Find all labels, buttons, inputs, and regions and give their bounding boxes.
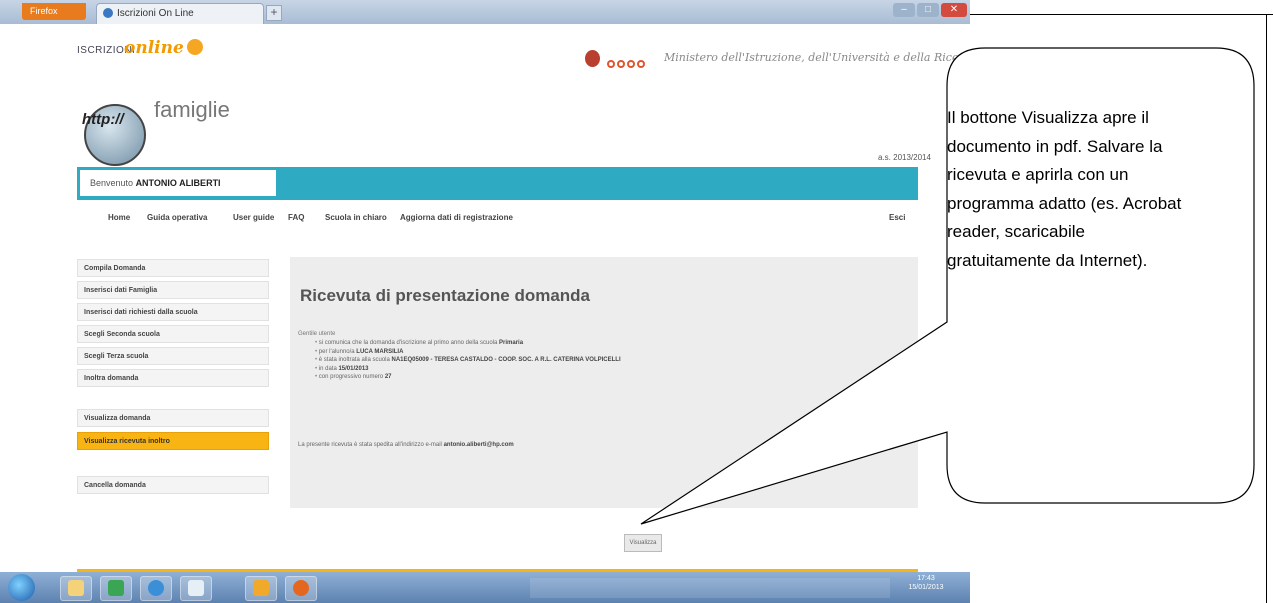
sidebar-item-compila-domanda[interactable]: Compila Domanda [77,259,269,277]
logo-http-text: http:// [82,111,124,128]
taskbar [0,572,970,603]
sidebar-item-dati-scuola[interactable]: Inserisci dati richiesti dalla scuola [77,303,269,321]
list-item: con progressivo numero 27 [315,373,621,382]
list-item: è stata inoltrata alla scuola NA1EQ05009… [315,356,621,365]
welcome-message: Benvenuto ANTONIO ALIBERTI [90,178,221,188]
logo-famiglie-text: famiglie [154,97,230,122]
taskbar-clock[interactable]: 17:43 15/01/2013 [906,574,946,592]
sidebar-item-visualizza-domanda[interactable]: Visualizza domanda [77,409,269,427]
list-item: per l'alunno/a LUCA MARSILIA [315,348,621,357]
logo-online-text: online [124,38,184,58]
logout-link[interactable]: Esci [889,213,905,222]
sidebar-item-terza-scuola[interactable]: Scegli Terza scuola [77,347,269,365]
nav-faq[interactable]: FAQ [288,213,304,222]
receipt-details: si comunica che la domanda d'iscrizione … [305,339,621,382]
browser-tab[interactable]: Iscrizioni On Line [96,3,264,24]
school-year: a.s. 2013/2014 [878,153,931,162]
recipient-email: antonio.aliberti@hp.com [443,442,514,448]
sidebar-item-visualizza-ricevuta[interactable]: Visualizza ricevuta inoltro [77,432,269,450]
sidebar-item-inoltra-domanda[interactable]: Inoltra domanda [77,369,269,387]
nav-aggiorna-dati[interactable]: Aggiorna dati di registrazione [400,213,513,222]
rings-logo-icon [607,55,659,68]
list-item: si comunica che la domanda d'iscrizione … [315,339,621,348]
republic-emblem-icon [585,50,600,67]
taskbar-doc-icon[interactable] [180,576,212,601]
page-title: Ricevuta di presentazione domanda [300,286,591,305]
taskbar-app-icon[interactable] [100,576,132,601]
sidebar-item-seconda-scuola[interactable]: Scegli Seconda scuola [77,325,269,343]
sidebar-item-cancella-domanda[interactable]: Cancella domanda [77,476,269,494]
start-button[interactable] [8,574,35,601]
ministry-name: Ministero dell'Istruzione, dell'Universi… [664,51,970,64]
receipt-greeting: Gentile utente [298,331,336,337]
sidebar-item-dati-famiglia[interactable]: Inserisci dati Famiglia [77,281,269,299]
frame-border-right [1266,14,1267,603]
user-name: ANTONIO ALIBERTI [135,178,221,188]
browser-window: Firefox Iscrizioni On Line + – □ ✕ ISCRI… [0,0,970,603]
tab-title: Iscrizioni On Line [117,8,194,19]
web-page: ISCRIZIONI online http:// famiglie Minis… [0,24,970,572]
taskbar-mail-icon[interactable] [245,576,277,601]
receipt-email-note: La presente ricevuta è stata spedita all… [298,442,514,448]
taskbar-explorer-icon[interactable] [60,576,92,601]
system-tray [530,578,890,598]
logo-ball-icon [187,39,203,55]
minimize-button[interactable]: – [893,3,915,17]
maximize-button[interactable]: □ [917,3,939,17]
visualizza-button[interactable]: Visualizza [624,534,662,552]
nav-guida-operativa[interactable]: Guida operativa [147,213,207,222]
nav-user-guide[interactable]: User guide [233,213,274,222]
favicon-icon [103,8,113,19]
welcome-label: Benvenuto [90,178,134,188]
firefox-menu-button[interactable]: Firefox [22,3,86,20]
nav-scuola-in-chiaro[interactable]: Scuola in chiaro [325,213,387,222]
taskbar-ie-icon[interactable] [140,576,172,601]
callout-text: Il bottone Visualizza apre il documento … [947,108,1182,270]
close-button[interactable]: ✕ [941,3,967,17]
list-item: in data 15/01/2013 [315,365,621,374]
new-tab-button[interactable]: + [266,5,282,21]
nav-home[interactable]: Home [108,213,130,222]
taskbar-firefox-icon[interactable] [285,576,317,601]
title-bar: Firefox Iscrizioni On Line + – □ ✕ [0,0,970,24]
